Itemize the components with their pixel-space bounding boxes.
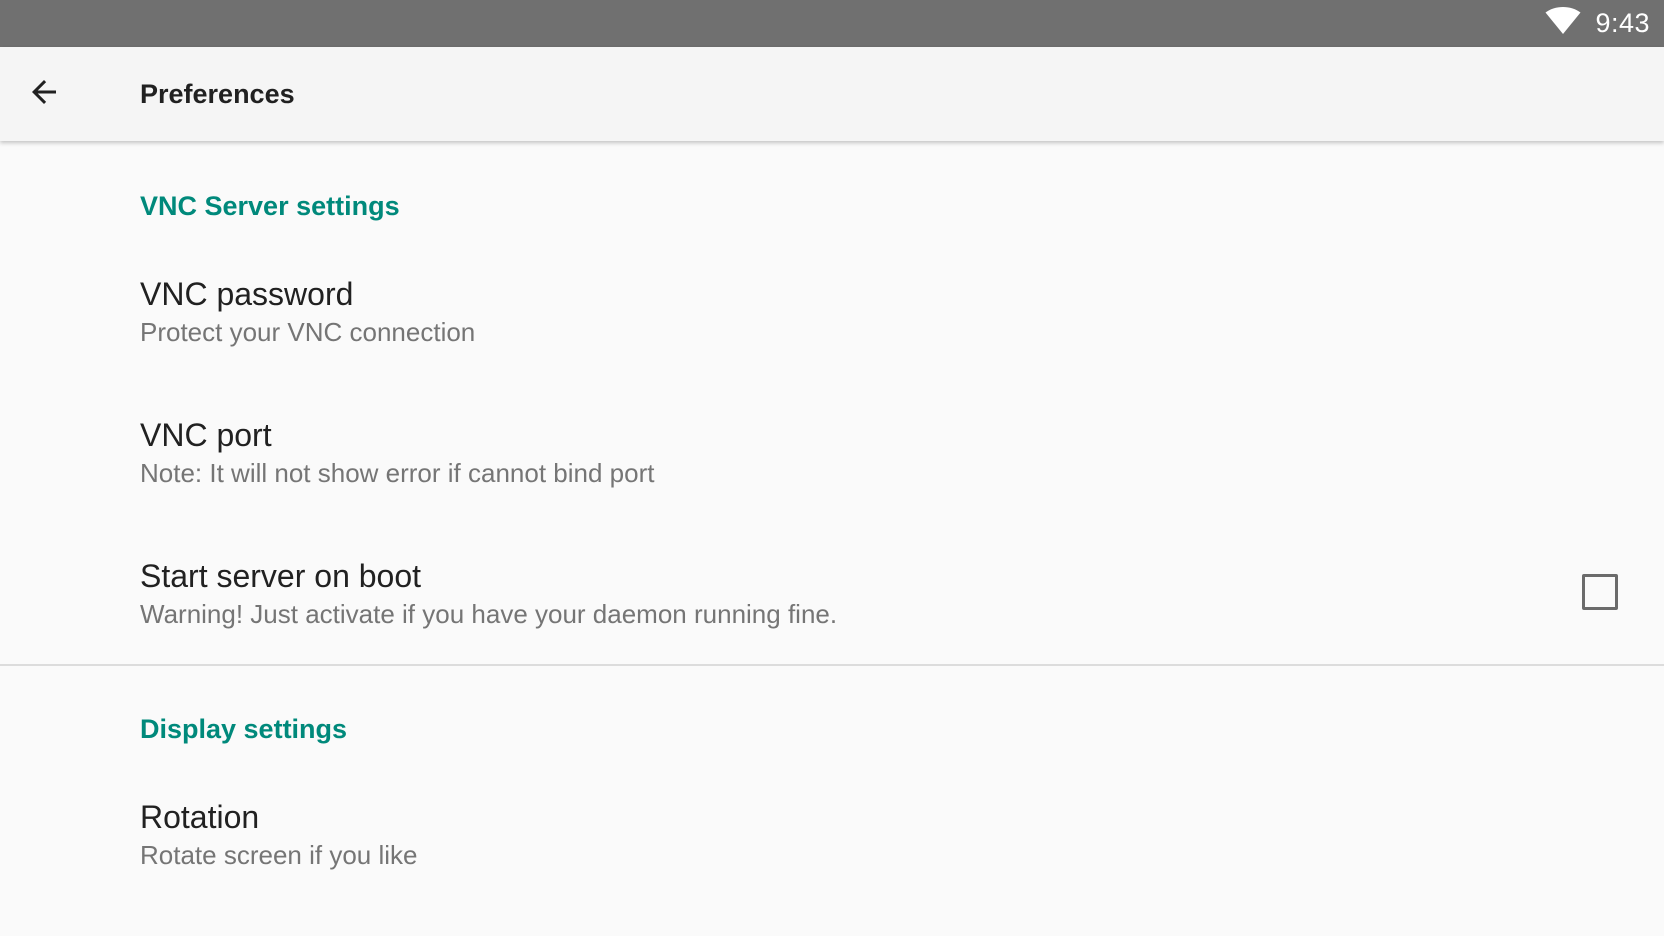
pref-vnc-password[interactable]: VNC password Protect your VNC connection <box>0 256 1664 386</box>
section-divider <box>0 664 1664 666</box>
status-icons: 9:43 <box>1545 0 1650 47</box>
pref-summary: Note: It will not show error if cannot b… <box>140 458 655 488</box>
pref-summary: Protect your VNC connection <box>140 317 476 347</box>
pref-start-server-on-boot[interactable]: Start server on boot Warning! Just activ… <box>0 538 1664 668</box>
start-on-boot-checkbox[interactable] <box>1582 574 1618 610</box>
pref-title: VNC password <box>140 276 354 312</box>
status-time: 9:43 <box>1595 8 1650 38</box>
wifi-icon <box>1545 7 1581 40</box>
status-bar: 9:43 <box>0 0 1664 47</box>
pref-summary: Warning! Just activate if you have your … <box>140 599 838 629</box>
pref-title: VNC port <box>140 417 272 453</box>
back-button[interactable] <box>20 70 68 118</box>
category-vnc-server-settings: VNC Server settings <box>140 191 400 221</box>
preferences-list: VNC Server settings VNC password Protect… <box>0 141 1664 936</box>
page-title: Preferences <box>140 79 295 109</box>
pref-title: Rotation <box>140 799 260 835</box>
pref-title: Start server on boot <box>140 558 422 594</box>
pref-vnc-port[interactable]: VNC port Note: It will not show error if… <box>0 397 1664 527</box>
app-toolbar: Preferences <box>0 47 1664 141</box>
pref-summary: Rotate screen if you like <box>140 840 418 870</box>
pref-rotation[interactable]: Rotation Rotate screen if you like <box>0 779 1664 909</box>
category-display-settings: Display settings <box>140 714 348 744</box>
arrow-back-icon <box>26 74 62 115</box>
